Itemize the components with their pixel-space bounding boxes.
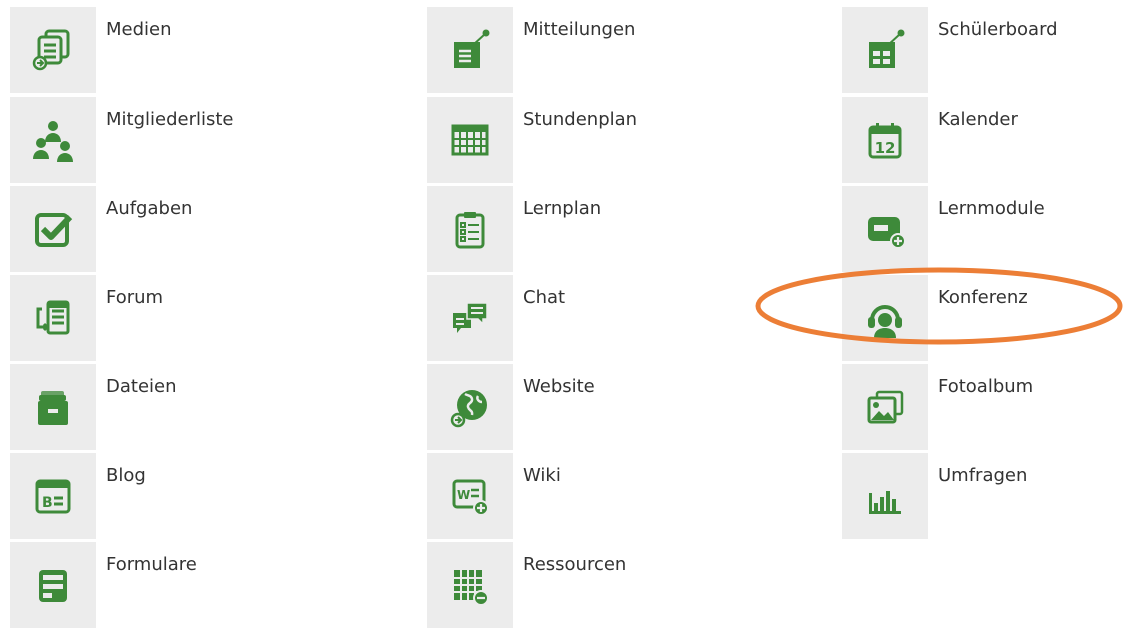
module-label: Wiki — [523, 465, 561, 486]
module-tile-konferenz[interactable]: Konferenz — [842, 275, 1125, 361]
blog-icon-letter: B — [42, 495, 53, 511]
module-label: Mitgliederliste — [106, 109, 234, 130]
module-label: Schülerboard — [938, 19, 1058, 40]
module-tile-blog[interactable]: B Blog — [10, 453, 410, 539]
media-icon — [10, 7, 96, 93]
message-pin-icon — [427, 7, 513, 93]
module-label: Dateien — [106, 376, 177, 397]
module-tile-lernplan[interactable]: Lernplan — [427, 186, 827, 272]
module-tile-medien[interactable]: Medien — [10, 7, 410, 93]
module-label: Forum — [106, 287, 164, 308]
module-tile-umfragen[interactable]: Umfragen — [842, 453, 1125, 539]
timetable-icon — [427, 97, 513, 183]
module-tile-dateien[interactable]: Dateien — [10, 364, 410, 450]
module-tile-stundenplan[interactable]: Stundenplan — [427, 97, 827, 183]
forum-icon — [10, 275, 96, 361]
module-tile-formulare[interactable]: Formulare — [10, 542, 410, 628]
blog-icon: B — [10, 453, 96, 539]
module-label: Konferenz — [938, 287, 1028, 308]
module-tile-mitgliederliste[interactable]: Mitgliederliste — [10, 97, 410, 183]
module-label: Website — [523, 376, 595, 397]
module-label: Aufgaben — [106, 198, 193, 219]
module-label: Blog — [106, 465, 146, 486]
module-tile-wiki[interactable]: W Wiki — [427, 453, 827, 539]
wiki-icon-letter: W — [457, 488, 470, 502]
photo-album-icon — [842, 364, 928, 450]
module-tile-fotoalbum[interactable]: Fotoalbum — [842, 364, 1125, 450]
resources-icon — [427, 542, 513, 628]
module-tile-schuelerboard[interactable]: Schülerboard — [842, 7, 1125, 93]
headset-icon — [842, 275, 928, 361]
wiki-icon: W — [427, 453, 513, 539]
bar-chart-icon — [842, 453, 928, 539]
module-label: Stundenplan — [523, 109, 638, 130]
module-label: Formulare — [106, 554, 197, 575]
module-tile-forum[interactable]: Forum — [10, 275, 410, 361]
checkbox-icon — [10, 186, 96, 272]
module-tile-aufgaben[interactable]: Aufgaben — [10, 186, 410, 272]
module-tile-chat[interactable]: Chat — [427, 275, 827, 361]
module-tile-kalender[interactable]: 12 Kalender — [842, 97, 1125, 183]
module-label: Mitteilungen — [523, 19, 636, 40]
globe-icon — [427, 364, 513, 450]
files-icon — [10, 364, 96, 450]
module-tile-mitteilungen[interactable]: Mitteilungen — [427, 7, 827, 93]
calendar-icon-day: 12 — [875, 139, 896, 157]
calendar-icon: 12 — [842, 97, 928, 183]
clipboard-list-icon — [427, 186, 513, 272]
module-label: Chat — [523, 287, 566, 308]
module-tile-ressourcen[interactable]: Ressourcen — [427, 542, 827, 628]
module-label: Lernplan — [523, 198, 602, 219]
module-tile-lernmodule[interactable]: Lernmodule — [842, 186, 1125, 272]
module-label: Lernmodule — [938, 198, 1045, 219]
module-label: Ressourcen — [523, 554, 627, 575]
board-pin-icon — [842, 7, 928, 93]
module-label: Kalender — [938, 109, 1018, 130]
module-tile-website[interactable]: Website — [427, 364, 827, 450]
module-label: Fotoalbum — [938, 376, 1034, 397]
members-icon — [10, 97, 96, 183]
chat-icon — [427, 275, 513, 361]
learning-module-icon — [842, 186, 928, 272]
module-label: Medien — [106, 19, 172, 40]
module-label: Umfragen — [938, 465, 1028, 486]
form-icon — [10, 542, 96, 628]
